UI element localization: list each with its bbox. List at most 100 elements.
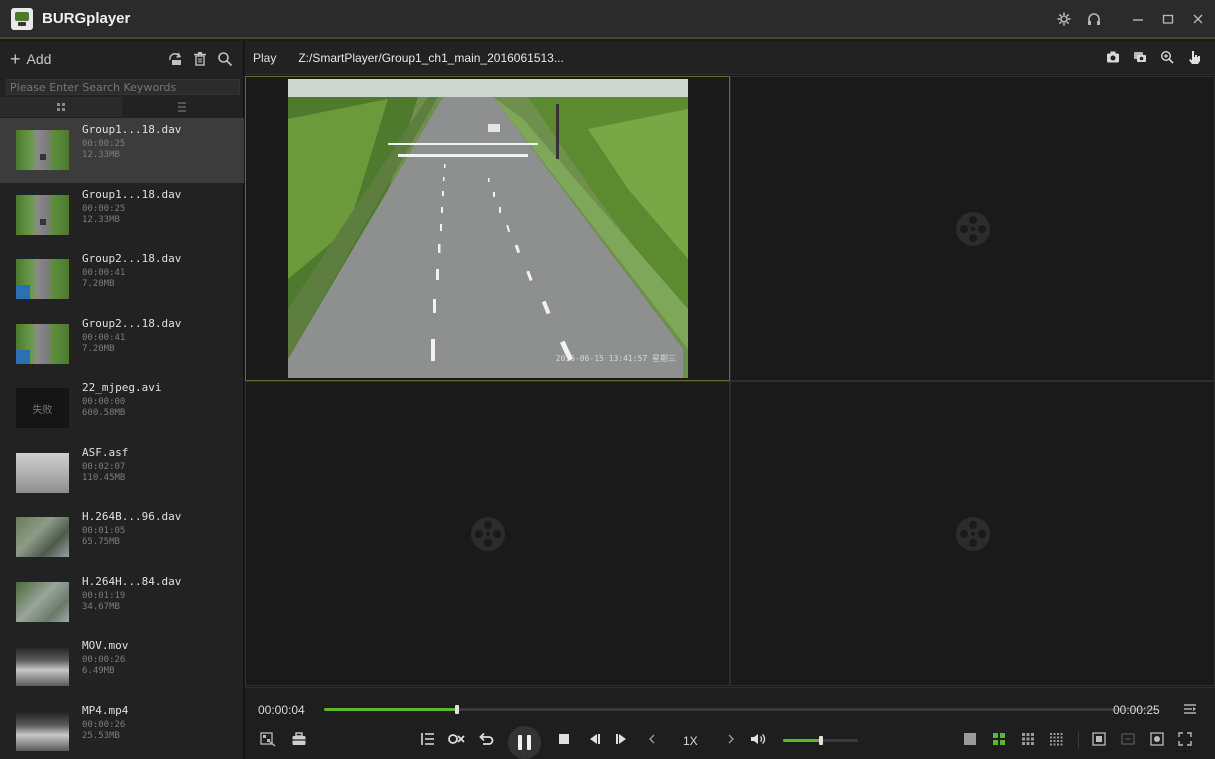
file-list-item[interactable]: 失败 22_mjpeg.avi 00:00:00 600.58MB — [0, 376, 244, 441]
progress-handle[interactable] — [455, 705, 460, 714]
file-size: 7.20MB — [82, 343, 115, 354]
video-pane-1[interactable]: 2016-06-15 13:41:57 星期三 — [245, 76, 730, 381]
file-list-item[interactable]: Group1...18.dav 00:00:25 12.33MB — [0, 183, 244, 248]
file-size: 600.58MB — [82, 408, 126, 418]
ab-repeat-icon[interactable] — [446, 728, 468, 750]
playlist-toggle-icon[interactable] — [1179, 698, 1201, 720]
pause-bar-left — [518, 735, 522, 750]
frame-list-icon[interactable] — [417, 728, 439, 750]
file-name: ASF.asf — [82, 445, 129, 459]
file-meta: H.264H...84.dav 00:01:19 34.67MB — [82, 574, 182, 613]
settings-icon[interactable] — [1057, 12, 1071, 26]
video-pane-4[interactable] — [730, 381, 1215, 686]
stop-icon[interactable] — [553, 728, 575, 750]
file-name: H.264H...84.dav — [82, 574, 182, 588]
file-thumbnail: 失败 — [16, 388, 69, 428]
snapshot-icon[interactable] — [1106, 50, 1122, 66]
volume-fill — [783, 739, 821, 742]
layout-16-icon[interactable] — [1045, 728, 1067, 750]
file-list-item[interactable]: H.264B...96.dav 00:01:05 65.75MB — [0, 505, 244, 570]
thumbnail-status-text: 失败 — [32, 404, 53, 416]
file-list-item[interactable]: ASF.asf 00:02:07 110.45MB — [0, 441, 244, 506]
faster-icon[interactable] — [720, 728, 742, 750]
file-details: 00:00:26 25.53MB — [82, 720, 128, 742]
file-list: Group1...18.dav 00:00:25 12.33MB Group1...1… — [0, 118, 244, 759]
title-bar: BURGplayer — [0, 0, 1215, 39]
maximize-icon[interactable] — [1161, 12, 1175, 26]
file-list-item[interactable]: Group2...18.dav 00:00:41 7.20MB — [0, 247, 244, 312]
file-name: H.264B...96.dav — [82, 510, 182, 523]
import-folder-icon[interactable] — [167, 51, 183, 67]
fullscreen-icon[interactable] — [1174, 728, 1196, 750]
file-thumbnail — [16, 710, 69, 751]
file-name: MOV.mov — [82, 639, 129, 652]
layout-1-icon[interactable] — [959, 728, 981, 750]
continuous-snapshot-icon[interactable] — [1133, 50, 1149, 66]
video-frame: 2016-06-15 13:41:57 星期三 — [288, 79, 688, 378]
current-time: 00:00:04 — [258, 703, 305, 717]
fit-window-icon[interactable] — [1088, 728, 1110, 750]
loop-back-icon[interactable] — [475, 728, 497, 750]
file-list-item[interactable]: MOV.mov 00:00:26 6.49MB — [0, 634, 244, 699]
headset-icon[interactable] — [1087, 12, 1101, 26]
file-list-item[interactable]: Group2...18.dav 00:00:41 7.20MB — [0, 312, 244, 377]
file-size: 110.45MB — [82, 472, 126, 483]
road-scene — [288, 79, 688, 378]
file-size: 34.67MB — [82, 601, 120, 612]
file-details: 00:00:25 12.33MB — [82, 204, 181, 226]
zoom-in-icon[interactable] — [1160, 50, 1176, 66]
step-backward-icon[interactable] — [583, 728, 605, 750]
file-meta: Group1...18.dav 00:00:25 12.33MB — [82, 188, 181, 226]
total-time: 00:00:25 — [1113, 703, 1160, 717]
file-sidebar: + Add Group1...18.dav00:00:2512.33MBGrou… — [0, 41, 244, 759]
sync-play-icon[interactable] — [1117, 728, 1139, 750]
file-thumbnail — [16, 259, 69, 299]
search-input[interactable] — [6, 79, 240, 95]
step-forward-icon[interactable] — [611, 728, 633, 750]
video-pane-3[interactable] — [245, 381, 730, 686]
tab-list-view[interactable] — [122, 97, 244, 117]
file-thumbnail — [16, 194, 69, 235]
close-icon[interactable] — [1191, 12, 1205, 26]
video-pane-2[interactable] — [730, 76, 1215, 381]
volume-handle[interactable] — [818, 736, 823, 745]
file-meta: MOV.mov 00:00:26 6.49MB — [82, 640, 128, 677]
delete-icon[interactable] — [192, 51, 208, 67]
file-name: Group2...18.dav — [82, 316, 182, 330]
file-duration: 00:00:41 — [82, 332, 126, 343]
file-size: 25.53MB — [82, 730, 120, 741]
player-toolbar: Play Z:/SmartPlayer/Group1_ch1_main_2016… — [245, 41, 1215, 75]
pause-button[interactable] — [508, 726, 541, 759]
slower-icon[interactable] — [641, 728, 663, 750]
volume-slider[interactable] — [783, 736, 858, 745]
file-thumbnail — [16, 130, 69, 170]
volume-icon[interactable] — [748, 728, 770, 750]
add-button-label: Add — [26, 51, 52, 67]
file-list-item[interactable]: MP4.mp4 00:00:26 25.53MB — [0, 699, 244, 759]
file-list-item[interactable]: H.264H...84.dav 00:01:19 34.67MB — [0, 570, 244, 635]
file-meta: ASF.asf 00:02:07 110.45MB — [82, 445, 129, 484]
layout-4-icon[interactable] — [988, 728, 1010, 750]
file-name: MP4.mp4 — [82, 703, 129, 717]
window-controls — [1057, 0, 1205, 37]
file-details: 00:01:05 65.75MB — [82, 526, 181, 548]
toolbox-icon[interactable] — [288, 728, 310, 750]
file-details: 00:00:26 6.49MB — [82, 655, 128, 677]
search-icon[interactable] — [217, 51, 233, 67]
file-duration: 00:00:26 — [82, 655, 126, 665]
clip-icon[interactable] — [257, 728, 279, 750]
file-list-item[interactable]: Group1...18.dav 00:00:25 12.33MB — [0, 118, 244, 183]
minimize-icon[interactable] — [1131, 12, 1145, 26]
layout-9-icon[interactable] — [1017, 728, 1039, 750]
file-thumbnail — [16, 517, 69, 557]
pause-bar-right — [527, 735, 531, 750]
file-duration: 00:00:41 — [82, 268, 126, 278]
hand-pointer-icon[interactable] — [1187, 50, 1203, 66]
window-mode-icon[interactable] — [1146, 728, 1168, 750]
file-duration: 00:00:26 — [82, 719, 126, 730]
file-size: 6.49MB — [82, 666, 115, 676]
add-button[interactable]: + Add — [10, 50, 52, 68]
progress-bar[interactable] — [324, 705, 1158, 714]
tab-thumbnail-view[interactable] — [0, 97, 122, 117]
file-name: Group2...18.dav — [82, 252, 182, 265]
